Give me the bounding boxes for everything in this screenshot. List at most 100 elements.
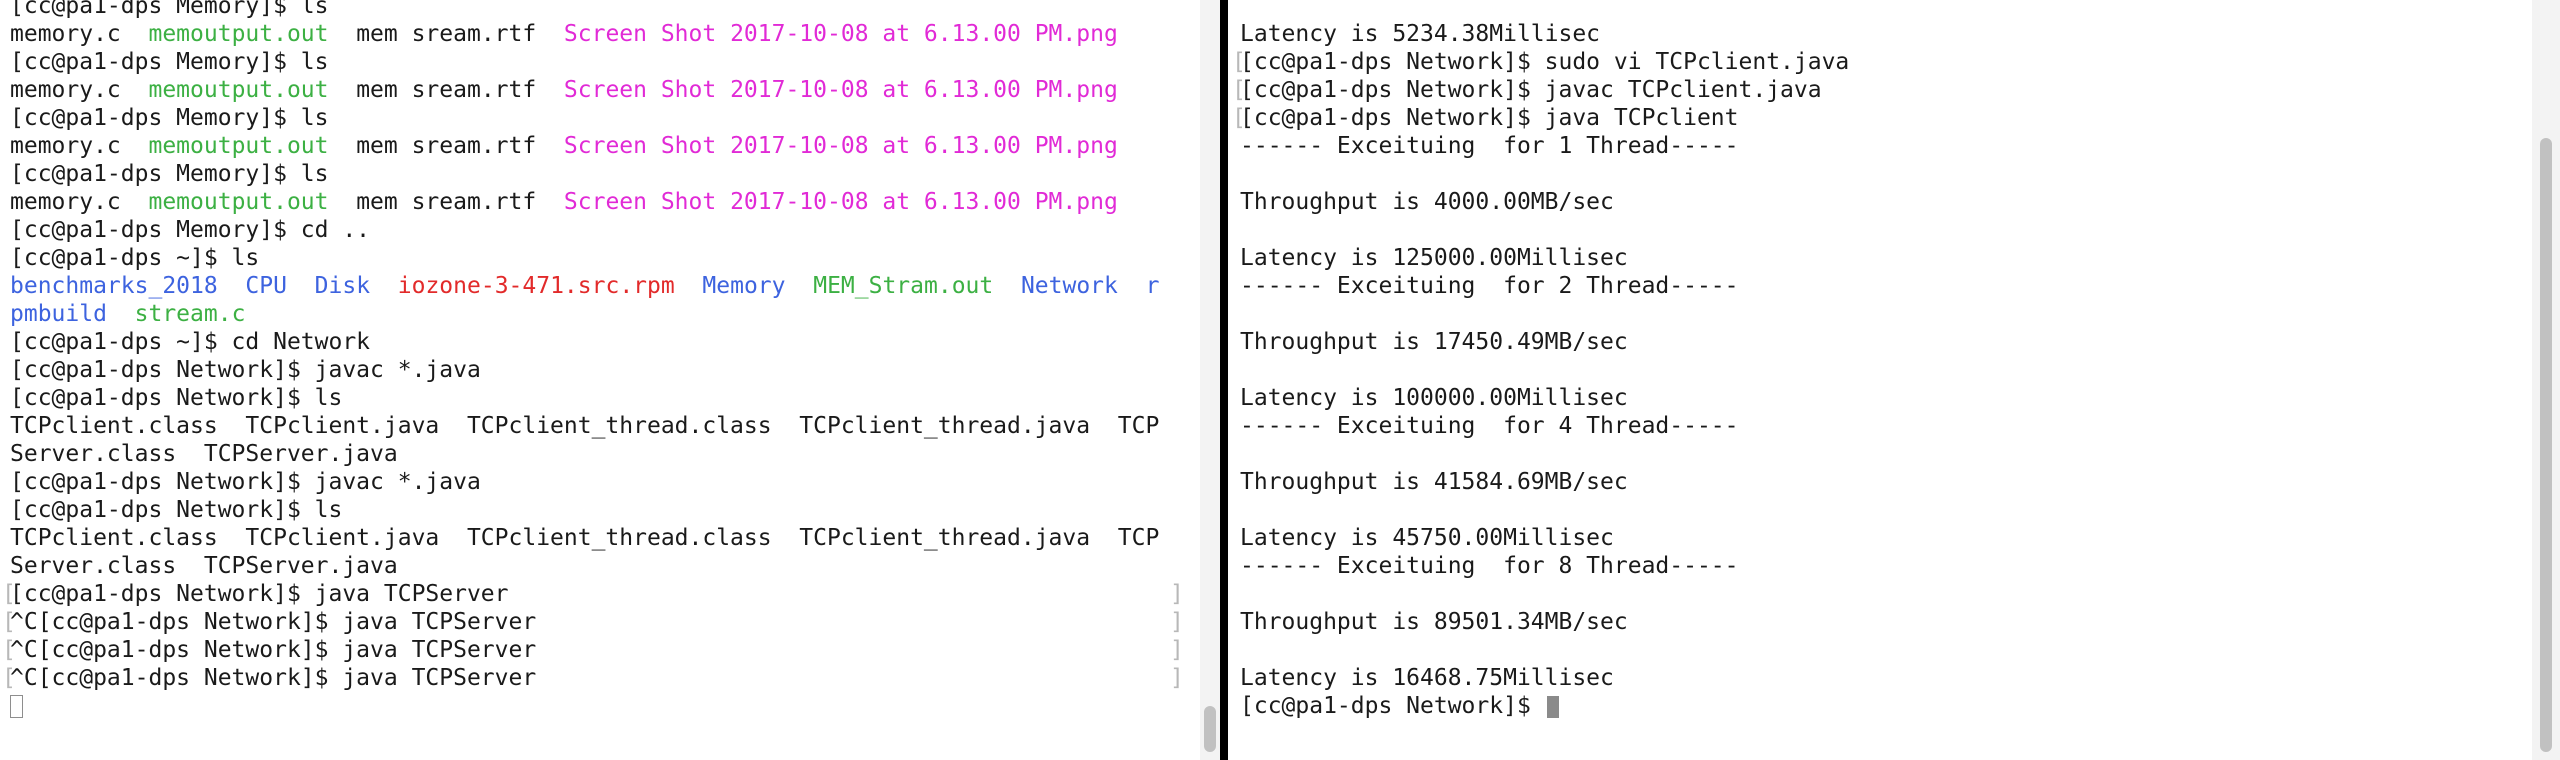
terminal-line: [cc@pa1-dps Memory]$ ls xyxy=(10,48,1200,76)
terminal-text: Throughput is 4000.00MB/sec xyxy=(1240,189,1614,215)
left-scrollbar-thumb[interactable] xyxy=(1204,706,1216,752)
terminal-text: [cc@pa1-dps Memory]$ ls xyxy=(10,105,329,131)
terminal-line: Throughput is 41584.69MB/sec xyxy=(1240,468,2532,496)
terminal-line: Throughput is 17450.49MB/sec xyxy=(1240,328,2532,356)
right-terminal-output: Latency is 5234.38Millisec[[cc@pa1-dps N… xyxy=(1232,0,2532,720)
terminal-text: memory.c xyxy=(10,189,149,215)
terminal-text: Screen Shot 2017-10-08 at 6.13.00 PM.png xyxy=(563,133,1118,159)
terminal-text: Latency is 125000.00Millisec xyxy=(1240,245,1628,271)
terminal-text: [cc@pa1-dps Memory]$ ls xyxy=(10,161,329,187)
terminal-line: memory.c memoutput.out mem sream.rtf Scr… xyxy=(10,188,1200,216)
terminal-line: [cc@pa1-dps ~]$ cd Network xyxy=(10,328,1200,356)
terminal-text: memoutput.out xyxy=(148,21,329,47)
terminal-text: Latency is 5234.38Millisec xyxy=(1240,21,1601,47)
terminal-line: [^C[cc@pa1-dps Network]$ java TCPServer] xyxy=(2,608,1200,636)
terminal-text: [cc@pa1-dps Network]$ java TCPclient xyxy=(1240,105,1739,131)
terminal-text: iozone-3-471.src.rpm xyxy=(397,273,675,299)
terminal-line: [cc@pa1-dps Memory]$ ls xyxy=(10,160,1200,188)
terminal-text: [cc@pa1-dps Memory]$ ls xyxy=(10,0,329,19)
terminal-line: [cc@pa1-dps Memory]$ ls xyxy=(10,104,1200,132)
terminal-cursor xyxy=(1546,695,1559,718)
line-mark-bracket-left: [ xyxy=(1232,105,1246,131)
terminal-line: ------ Exceituing for 2 Thread----- xyxy=(1240,272,2532,300)
terminal-line: Latency is 45750.00Millisec xyxy=(1240,524,2532,552)
terminal-line: memory.c memoutput.out mem sream.rtf Scr… xyxy=(10,132,1200,160)
terminal-text: [cc@pa1-dps Network]$ javac TCPclient.ja… xyxy=(1240,77,1822,103)
right-scrollbar[interactable] xyxy=(2532,0,2560,760)
terminal-line xyxy=(10,692,1200,720)
terminal-text: Disk xyxy=(314,273,371,299)
terminal-text: Server.class TCPServer.java xyxy=(10,553,398,579)
terminal-text: Throughput is 41584.69MB/sec xyxy=(1240,469,1628,495)
left-scrollbar[interactable] xyxy=(1200,0,1220,760)
terminal-text: memoutput.out xyxy=(148,77,329,103)
terminal-text: [cc@pa1-dps Network]$ sudo vi TCPclient.… xyxy=(1240,49,1850,75)
terminal-line: Latency is 5234.38Millisec xyxy=(1240,20,2532,48)
line-mark-bracket-left: [ xyxy=(1232,49,1246,75)
line-mark-bracket-right: ] xyxy=(1170,637,1184,663)
terminal-text: [cc@pa1-dps ~]$ ls xyxy=(10,245,260,271)
terminal-text: memory.c xyxy=(10,21,149,47)
terminal-text: Latency is 45750.00Millisec xyxy=(1240,525,1614,551)
terminal-line: TCPclient.class TCPclient.java TCPclient… xyxy=(10,524,1200,552)
terminal-line: Latency is 100000.00Millisec xyxy=(1240,384,2532,412)
terminal-line: [^C[cc@pa1-dps Network]$ java TCPServer] xyxy=(2,664,1200,692)
terminal-text: ------ Exceituing for 2 Thread----- xyxy=(1240,273,1739,299)
pane-divider[interactable] xyxy=(1220,0,1228,760)
terminal-line: [cc@pa1-dps Memory]$ ls xyxy=(10,0,1200,20)
terminal-line: Server.class TCPServer.java xyxy=(10,440,1200,468)
left-terminal-pane[interactable]: [cc@pa1-dps Memory]$ ls memory.c memoutpu… xyxy=(0,0,1200,760)
terminal-text: [cc@pa1-dps Network]$ javac *.java xyxy=(10,469,481,495)
terminal-line: Throughput is 4000.00MB/sec xyxy=(1240,188,2532,216)
terminal-text: memoutput.out xyxy=(148,133,329,159)
terminal-line: [cc@pa1-dps Memory]$ cd .. xyxy=(10,216,1200,244)
line-mark-bracket-left: [ xyxy=(2,665,16,691)
terminal-text: ------ Exceituing for 4 Thread----- xyxy=(1240,413,1739,439)
terminal-text: MEM_Stram.out xyxy=(813,273,994,299)
line-mark-bracket-right: ] xyxy=(1170,665,1184,691)
terminal-text: TCPclient.class TCPclient.java TCPclient… xyxy=(10,413,1160,439)
terminal-line: Throughput is 89501.34MB/sec xyxy=(1240,608,2532,636)
terminal-line: [cc@pa1-dps Network]$ ls xyxy=(10,384,1200,412)
terminal-text: memory.c xyxy=(10,133,149,159)
terminal-line: [[cc@pa1-dps Network]$ sudo vi TCPclient… xyxy=(1232,48,2532,76)
terminal-text: pmbuild xyxy=(10,301,107,327)
line-mark-bracket-right: ] xyxy=(1170,609,1184,635)
terminal-text: memory.c xyxy=(10,77,149,103)
terminal-text: ------ Exceituing for 8 Thread----- xyxy=(1240,553,1739,579)
terminal-text: benchmarks_2018 xyxy=(10,273,218,299)
terminal-text: [cc@pa1-dps Memory]$ ls xyxy=(10,49,329,75)
terminal-line: Latency is 125000.00Millisec xyxy=(1240,244,2532,272)
terminal-text: Throughput is 17450.49MB/sec xyxy=(1240,329,1628,355)
left-terminal-output: [cc@pa1-dps Memory]$ ls memory.c memoutpu… xyxy=(2,0,1200,720)
terminal-cursor xyxy=(10,695,23,718)
terminal-text: Server.class TCPServer.java xyxy=(10,441,398,467)
terminal-line: ------ Exceituing for 4 Thread----- xyxy=(1240,412,2532,440)
right-scrollbar-thumb[interactable] xyxy=(2540,138,2552,752)
terminal-text: mem sream.rtf xyxy=(328,77,564,103)
terminal-line: pmbuild stream.c xyxy=(10,300,1200,328)
terminal-text: mem sream.rtf xyxy=(328,133,564,159)
terminal-line: memory.c memoutput.out mem sream.rtf Scr… xyxy=(10,76,1200,104)
terminal-line: [[cc@pa1-dps Network]$ java TCPclient] xyxy=(1232,104,2532,132)
terminal-text: ^C[cc@pa1-dps Network]$ java TCPServer xyxy=(10,665,537,691)
terminal-line: [[cc@pa1-dps Network]$ javac TCPclient.j… xyxy=(1232,76,2532,104)
terminal-text: Screen Shot 2017-10-08 at 6.13.00 PM.png xyxy=(563,21,1118,47)
terminal-line: [cc@pa1-dps Network]$ ls xyxy=(10,496,1200,524)
terminal-text: ------ Exceituing for 1 Thread----- xyxy=(1240,133,1739,159)
line-mark-bracket-left: [ xyxy=(1232,77,1246,103)
terminal-line: Server.class TCPServer.java xyxy=(10,552,1200,580)
terminal-text: [cc@pa1-dps Network]$ ls xyxy=(10,385,343,411)
right-terminal-pane[interactable]: Latency is 5234.38Millisec[[cc@pa1-dps N… xyxy=(1228,0,2532,760)
terminal-text: [cc@pa1-dps Network]$ xyxy=(1240,693,1545,719)
